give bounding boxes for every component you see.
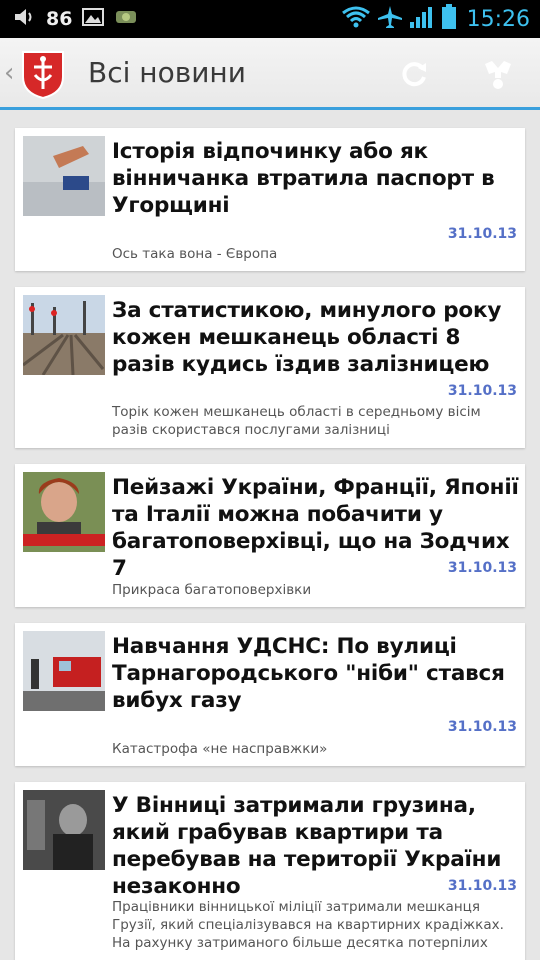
news-feed[interactable]: Історія відпочинку або як вінничанка втр… <box>0 110 540 960</box>
refresh-icon[interactable] <box>392 52 436 96</box>
action-bar: ‹ Всі новини <box>0 38 540 110</box>
news-title: Історія відпочинку або як вінничанка втр… <box>112 139 495 218</box>
news-date: 31.10.13 <box>447 226 517 242</box>
news-summary: Торік кожен мешканець області в середньо… <box>112 404 481 438</box>
news-card[interactable]: Історія відпочинку або як вінничанка втр… <box>15 128 525 271</box>
news-card[interactable]: За статистикою, минулого року кожен мешк… <box>15 287 525 448</box>
news-card[interactable]: У Вінниці затримали грузина, який грабув… <box>15 782 525 960</box>
news-date: 31.10.13 <box>447 560 517 576</box>
signal-icon <box>409 5 435 33</box>
airplane-mode-icon <box>377 5 403 33</box>
news-thumbnail <box>23 631 105 711</box>
news-card[interactable]: Навчання УДСНС: По вулиці Тарнагородсько… <box>15 623 525 766</box>
clock: 15:26 <box>466 6 530 32</box>
gallery-icon <box>82 8 105 30</box>
news-summary: Катастрофа «не насправжки» <box>112 741 328 757</box>
news-summary: Прикраса багатоповерхівки <box>112 582 312 598</box>
vinnytsia-coat-of-arms-logo[interactable] <box>20 49 66 100</box>
news-thumbnail <box>23 295 105 375</box>
battery-icon <box>441 4 457 34</box>
volume-level: 86 <box>46 8 73 30</box>
news-thumbnail <box>23 472 105 552</box>
page-title: Всі новини <box>88 56 246 89</box>
up-caret-icon[interactable]: ‹ <box>4 58 14 88</box>
news-title: За статистикою, минулого року кожен мешк… <box>112 298 502 377</box>
volume-icon <box>14 7 36 31</box>
news-thumbnail <box>23 790 105 870</box>
news-summary: Працівники вінницької міліції затримали … <box>112 899 504 951</box>
status-bar: 86 15:26 <box>0 0 540 38</box>
android-icon <box>114 8 138 30</box>
settings-icon[interactable] <box>476 52 520 96</box>
news-card[interactable]: Пейзажі України, Франції, Японії та Італ… <box>15 464 525 607</box>
news-summary: Ось така вона - Європа <box>112 246 278 262</box>
news-date: 31.10.13 <box>447 878 517 894</box>
news-thumbnail <box>23 136 105 216</box>
news-title: Навчання УДСНС: По вулиці Тарнагородсько… <box>112 634 505 713</box>
wifi-icon <box>341 5 371 33</box>
news-date: 31.10.13 <box>447 383 517 399</box>
news-date: 31.10.13 <box>447 719 517 735</box>
